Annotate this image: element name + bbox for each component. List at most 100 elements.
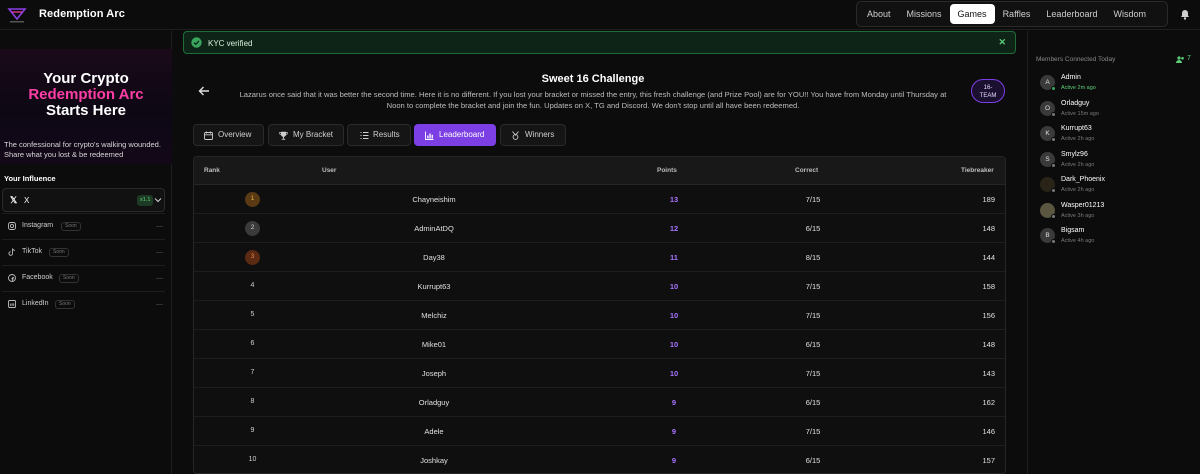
members-panel: Members Connected Today 7 A Admin Active 2… [1027, 31, 1200, 474]
table-row[interactable]: 9 Adele 9 7/15 146 [194, 417, 1005, 446]
header-user: User [322, 167, 337, 174]
table-row[interactable]: 8 Orladguy 9 6/15 162 [194, 388, 1005, 417]
points-cell: 13 [669, 195, 679, 204]
user-cell: Mike01 [421, 340, 447, 349]
toast-message: KYC verified [208, 39, 253, 48]
user-cell: Day38 [423, 253, 445, 262]
user-cell: AdminAtDQ [414, 224, 454, 233]
user-cell: Adele [424, 427, 444, 436]
member-item[interactable]: S Smylz96 Active 2h ago [1040, 151, 1200, 171]
nav-missions[interactable]: Missions [899, 4, 950, 24]
correct-cell: 6/15 [805, 340, 821, 349]
tiebreaker-cell: 189 [982, 195, 995, 204]
presence-dot [1051, 86, 1056, 91]
promo-line-3: Starts Here [45, 102, 127, 119]
influence-linkedin-row[interactable]: LinkedIn Soon — [2, 291, 165, 315]
nav-wisdom[interactable]: Wisdom [1105, 4, 1154, 24]
promo-line-1: Your Crypto [43, 70, 129, 87]
user-cell: Chayneishim [412, 195, 456, 204]
challenge-description: Lazarus once said that it was better the… [239, 90, 947, 110]
rank-cell: 10 [248, 456, 257, 463]
main-nav: About Missions Games Raffles Leaderboard… [856, 1, 1168, 27]
sidebar-tagline: The confessional for crypto's walking wo… [4, 140, 161, 159]
row-dash: — [156, 223, 163, 230]
tab-my-bracket[interactable]: My Bracket [268, 124, 344, 146]
correct-cell: 7/15 [805, 369, 821, 378]
points-cell: 10 [669, 369, 679, 378]
bar-chart-icon [425, 131, 434, 140]
nav-leaderboard[interactable]: Leaderboard [1038, 4, 1105, 24]
list-icon [360, 132, 369, 139]
tab-winners[interactable]: Winners [500, 124, 566, 146]
left-sidebar: Your Crypto Redemption Arc Starts Here T… [0, 31, 172, 474]
influence-facebook-row[interactable]: Facebook Soon — [2, 265, 165, 289]
member-item[interactable]: O Orladguy Active 15m ago [1040, 100, 1200, 120]
tab-my-bracket-label: My Bracket [293, 130, 334, 139]
influence-instagram-row[interactable]: Instagram Soon — [2, 213, 165, 237]
user-cell: Orladguy [418, 398, 450, 407]
tab-results-label: Results [373, 130, 400, 139]
bell-icon[interactable] [1178, 7, 1192, 21]
presence-dot [1051, 137, 1056, 142]
presence-dot [1051, 162, 1056, 168]
member-item[interactable]: Wasper01213 Active 3h ago [1040, 202, 1200, 222]
row-dash: — [156, 249, 163, 256]
rank-cell: 1 [245, 192, 260, 207]
rank-cell: 3 [245, 250, 260, 265]
challenge-title: Sweet 16 Challenge [541, 73, 645, 85]
member-item[interactable]: Dark_Phoenix Active 2h ago [1040, 176, 1200, 196]
header-correct: Correct [795, 167, 819, 174]
nav-about[interactable]: About [859, 4, 899, 24]
team-size-badge: 16- TEAM [971, 79, 1005, 103]
facebook-label: Facebook [22, 274, 53, 281]
tab-overview[interactable]: Overview [193, 124, 264, 146]
member-name: Admin [1061, 74, 1081, 81]
rank-cell: 6 [250, 340, 255, 347]
tiebreaker-cell: 156 [982, 311, 995, 320]
row-dash: — [156, 275, 163, 282]
points-cell: 10 [669, 282, 679, 291]
back-arrow-icon[interactable] [198, 85, 210, 97]
nav-games[interactable]: Games [949, 4, 995, 24]
tiebreaker-cell: 157 [982, 456, 995, 465]
table-header: Rank User Points Correct Tiebreaker [194, 157, 1005, 185]
influence-x-row[interactable]: 𝕏 X x1.1 [2, 188, 165, 212]
table-row[interactable]: 2 AdminAtDQ 12 6/15 148 [194, 214, 1005, 243]
soon-badge: Soon [49, 248, 69, 257]
presence-dot [1051, 188, 1056, 193]
table-row[interactable]: 10 Joshkay 9 6/15 157 [194, 446, 1005, 473]
row-dash: — [156, 301, 163, 308]
header-rank: Rank [204, 167, 220, 174]
table-row[interactable]: 5 Melchiz 10 7/15 156 [194, 301, 1005, 330]
table-row[interactable]: 1 Chayneishim 13 7/15 189 [194, 185, 1005, 214]
members-title: Members Connected Today [1036, 56, 1116, 63]
team-badge-line-2: TEAM [979, 93, 997, 99]
correct-cell: 6/15 [805, 224, 821, 233]
kyc-toast: KYC verified ✕ [183, 31, 1016, 54]
chevron-down-icon[interactable] [154, 196, 162, 204]
member-item[interactable]: K Kurrupt63 Active 2h ago [1040, 125, 1200, 145]
member-item[interactable]: B Bigsam Active 4h ago [1040, 227, 1200, 247]
tab-leaderboard[interactable]: Leaderboard [414, 124, 496, 146]
points-cell: 9 [671, 398, 677, 407]
redemption-arc-logo[interactable] [6, 3, 28, 25]
member-name: Wasper01213 [1061, 201, 1105, 209]
close-icon[interactable]: ✕ [998, 37, 1006, 48]
brand-name[interactable]: Redemption Arc [39, 8, 125, 20]
instagram-icon [8, 222, 16, 230]
table-row[interactable]: 3 Day38 11 8/15 144 [194, 243, 1005, 272]
points-cell: 12 [669, 224, 679, 233]
member-name: Kurrupt63 [1061, 125, 1092, 132]
member-activity: Active 4h ago [1061, 238, 1095, 244]
nav-raffles[interactable]: Raffles [995, 4, 1039, 24]
tab-results[interactable]: Results [347, 124, 411, 146]
table-row[interactable]: 7 Joseph 10 7/15 143 [194, 359, 1005, 388]
users-icon [1176, 56, 1184, 63]
influence-tiktok-row[interactable]: TikTok Soon — [2, 239, 165, 263]
member-item[interactable]: A Admin Active 2m ago [1040, 74, 1200, 94]
calendar-icon [204, 131, 213, 140]
table-row[interactable]: 6 Mike01 10 6/15 148 [194, 330, 1005, 359]
app-root: Redemption Arc About Missions Games Raff… [0, 0, 1200, 474]
table-row[interactable]: 4 Kurrupt63 10 7/15 158 [194, 272, 1005, 301]
points-cell: 9 [671, 427, 677, 436]
